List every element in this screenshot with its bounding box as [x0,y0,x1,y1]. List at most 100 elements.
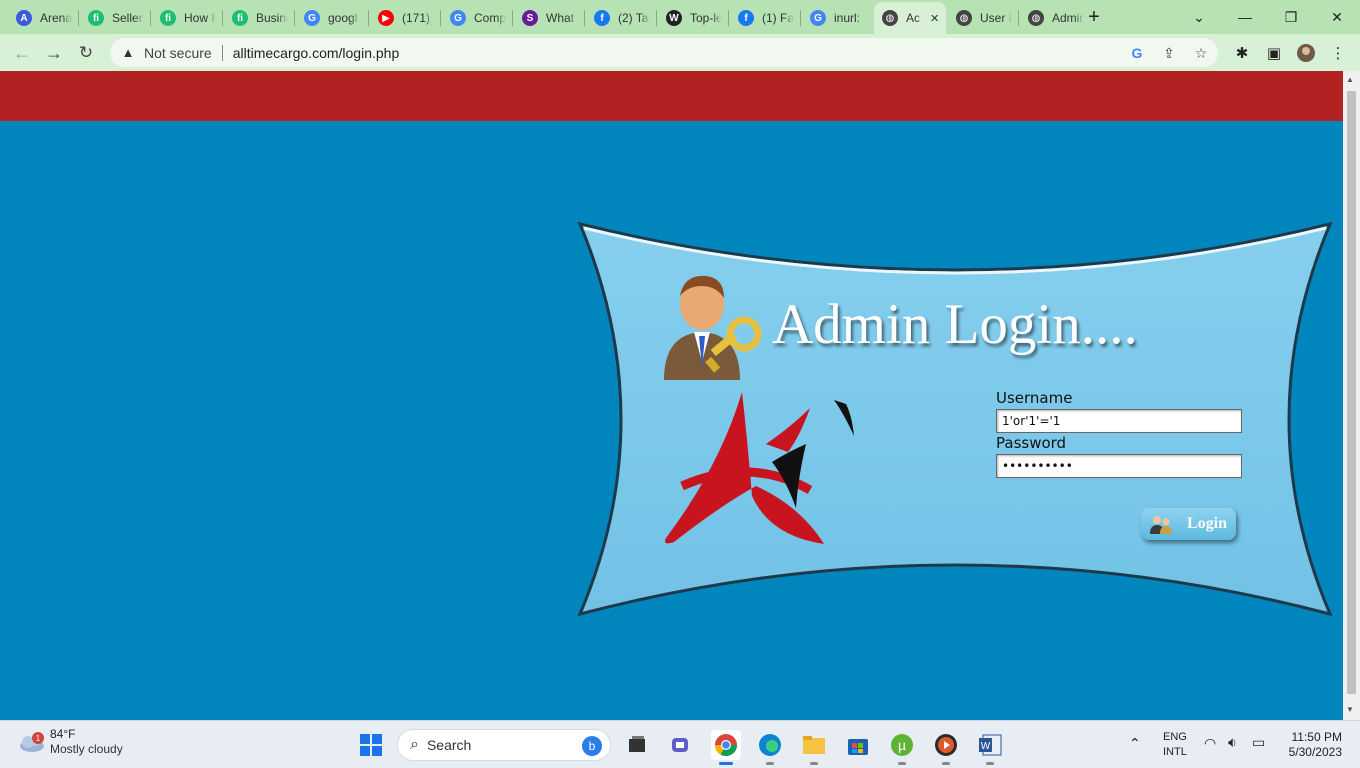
tab-title: Busine [256,11,288,25]
task-view-icon[interactable] [622,730,652,760]
tab-7[interactable]: S What [514,5,580,31]
tab-11[interactable]: Ginurl: [802,5,868,31]
teams-chat-icon[interactable] [666,730,696,760]
tab-title: (171) [402,11,431,25]
new-tab-button[interactable]: + [1076,0,1112,34]
language-indicator[interactable]: ENG INTL [1163,730,1187,760]
google-icon: G [450,10,466,26]
username-input[interactable] [996,409,1242,433]
taskbar-search[interactable]: ⌕ Search b [397,729,611,761]
restore-button[interactable]: ❐ [1268,0,1314,34]
word-icon[interactable]: W [975,730,1005,765]
arena-icon: A [16,10,32,26]
login-button[interactable]: Login [1141,508,1236,540]
start-button[interactable] [356,730,386,760]
cloud-icon: 1 [20,732,44,752]
reload-button[interactable]: ↻ [72,39,100,67]
page-title: Admin Login.... [772,293,1138,356]
bing-icon[interactable]: b [582,736,602,756]
back-button[interactable]: ← [8,39,36,67]
language-bottom: INTL [1163,746,1187,758]
search-placeholder: Search [426,737,472,753]
scroll-down-arrow[interactable]: ▼ [1346,705,1354,714]
spotlight-icon: S [522,10,538,26]
tab-separator [1018,10,1019,26]
tab-4[interactable]: Ggoogl [296,5,362,31]
tab-separator [728,10,729,26]
tab-title: Arena [40,11,72,25]
utorrent-icon[interactable]: µ [887,730,917,765]
side-panel-icon[interactable]: ▣ [1264,43,1284,63]
password-input[interactable] [996,454,1242,478]
media-player-icon[interactable] [931,730,961,765]
google-icon: G [304,10,320,26]
fiverr-icon: fi [160,10,176,26]
address-bar[interactable]: ▲ Not secure alltimecargo.com/login.php … [110,38,1218,67]
tray-chevron-icon[interactable]: ⌃ [1129,735,1141,752]
clock[interactable]: 11:50 PM 5/30/2023 [1284,730,1342,760]
scroll-up-arrow[interactable]: ▲ [1346,75,1354,84]
taskbar: 1 84°F Mostly cloudy ⌕ Search b µ W ⌃ EN… [0,720,1360,768]
tab-close-icon[interactable]: ✕ [930,12,939,25]
edge-icon[interactable] [755,730,785,765]
warning-icon[interactable]: ▲ [120,45,136,61]
tab-title: (1) Fac [762,11,794,25]
minimize-button[interactable]: — [1222,0,1268,34]
password-label: Password [996,434,1067,452]
page-scrollbar[interactable]: ▲ ▼ [1343,71,1360,720]
weather-widget[interactable]: 1 84°F Mostly cloudy [16,727,123,757]
fiverr-icon: fi [232,10,248,26]
tab-12[interactable]: ◍ Ac ✕ [874,2,946,34]
tab-separator [440,10,441,26]
language-top: ENG [1163,731,1187,743]
svg-text:µ: µ [898,737,906,753]
chrome-taskbar-icon[interactable] [711,730,741,765]
profile-avatar[interactable] [1296,43,1316,63]
browser-toolbar: ← → ↻ ▲ Not secure alltimecargo.com/logi… [0,34,1360,71]
tab-separator [368,10,369,26]
google-lens-icon[interactable]: G [1128,44,1146,62]
scroll-thumb[interactable] [1347,91,1356,694]
header-band [0,71,1343,121]
globe-icon: ◍ [882,10,898,26]
login-button-label: Login [1187,515,1228,532]
tab-1[interactable]: fi Seller [80,5,146,31]
share-icon[interactable]: ⇪ [1160,44,1178,62]
tab-0[interactable]: A Arena [8,5,74,31]
tab-5[interactable]: ▶ (171) [370,5,436,31]
google-icon: G [810,10,826,26]
tab-2[interactable]: fi How F [152,5,218,31]
globe-icon: ◍ [956,10,972,26]
tab-search-button[interactable]: ⌄ [1176,0,1222,34]
tab-13[interactable]: ◍ User L [948,5,1014,31]
weather-desc: Mostly cloudy [50,742,123,756]
tab-title: Seller [112,11,143,25]
wifi-icon[interactable]: ◠ [1204,735,1216,752]
tab-separator [656,10,657,26]
store-icon[interactable] [843,730,873,760]
file-explorer-icon[interactable] [799,730,829,765]
svg-text:W: W [981,741,991,752]
youtube-icon: ▶ [378,10,394,26]
tab-3[interactable]: fi Busine [224,5,290,31]
forward-button[interactable]: → [40,39,68,67]
extensions-icon[interactable]: ✱ [1232,43,1252,63]
tab-title: (2) Tar [618,11,650,25]
menu-kebab-icon[interactable]: ⋮ [1328,43,1348,63]
tab-title: Top-le [690,11,722,25]
bookmark-star-icon[interactable]: ☆ [1192,44,1210,62]
browser-tab-strip: A Arena fi Seller fi How F fi Busine Ggoogl ▶ (171… [0,0,1360,34]
weather-badge: 1 [36,734,41,743]
url-text[interactable]: alltimecargo.com/login.php [233,45,400,61]
weather-temp: 84°F [50,727,76,741]
facebook-icon: f [738,10,754,26]
close-window-button[interactable]: ✕ [1314,0,1360,34]
tab-title: Comp [474,11,506,25]
tab-9[interactable]: W Top-le [658,5,724,31]
tab-6[interactable]: G Comp [442,5,508,31]
volume-icon[interactable]: 🔉︎ [1228,734,1237,751]
battery-icon[interactable]: ▭ [1252,734,1265,751]
tab-10[interactable]: f (1) Fac [730,5,796,31]
tab-8[interactable]: f (2) Tar [586,5,652,31]
tab-title: How F [184,11,216,25]
